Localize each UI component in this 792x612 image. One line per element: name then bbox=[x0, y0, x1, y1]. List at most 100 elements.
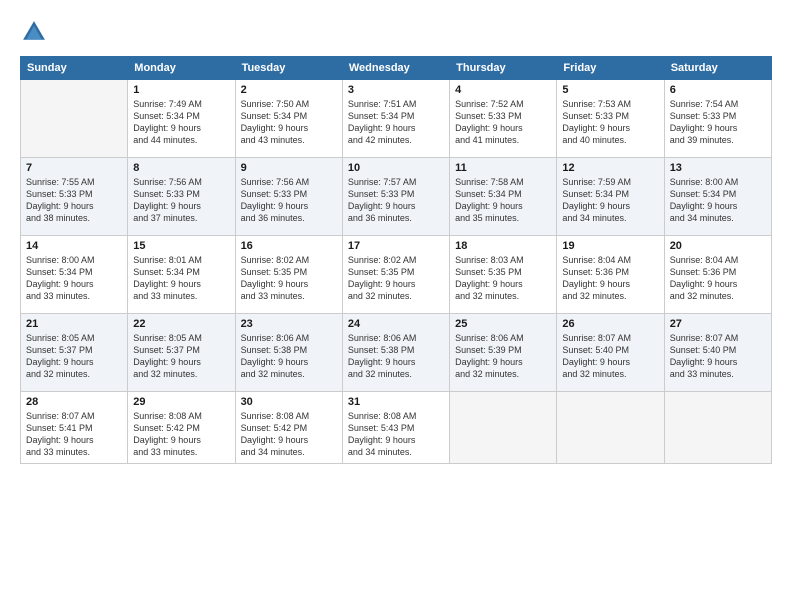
calendar-cell: 18 Sunrise: 8:03 AMSunset: 5:35 PMDayligh… bbox=[450, 236, 557, 314]
calendar-cell: 16Sunrise: 8:02 AMSunset: 5:35 PMDayligh… bbox=[235, 236, 342, 314]
calendar-week-4: 21 Sunrise: 8:05 AMSunset: 5:37 PMDayligh… bbox=[21, 314, 772, 392]
day-number: 3 bbox=[348, 84, 444, 96]
calendar-cell: 31Sunrise: 8:08 AMSunset: 5:43 PMDayligh… bbox=[342, 392, 449, 464]
day-info: Sunrise: 8:03 AMSunset: 5:35 PMDaylight:… bbox=[455, 254, 551, 303]
calendar-cell: 27 Sunrise: 8:07 AMSunset: 5:40 PMDayligh… bbox=[664, 314, 771, 392]
day-info: Sunrise: 8:06 AMSunset: 5:39 PMDaylight:… bbox=[455, 332, 551, 381]
weekday-header-wednesday: Wednesday bbox=[342, 57, 449, 80]
day-number: 24 bbox=[348, 318, 444, 330]
day-number: 21 bbox=[26, 318, 122, 330]
weekday-header-friday: Friday bbox=[557, 57, 664, 80]
day-info: Sunrise: 7:52 AMSunset: 5:33 PMDaylight:… bbox=[455, 98, 551, 147]
calendar-cell: 7 Sunrise: 7:55 AMSunset: 5:33 PMDaylight… bbox=[21, 158, 128, 236]
day-number: 28 bbox=[26, 396, 122, 408]
day-info: Sunrise: 8:00 AMSunset: 5:34 PMDaylight:… bbox=[26, 254, 122, 303]
day-info: Sunrise: 7:57 AMSunset: 5:33 PMDaylight:… bbox=[348, 176, 444, 225]
calendar-cell: 1Sunrise: 7:49 AMSunset: 5:34 PMDaylight… bbox=[128, 80, 235, 158]
day-number: 20 bbox=[670, 240, 766, 252]
calendar-cell: 30 Sunrise: 8:08 AMSunset: 5:42 PMDayligh… bbox=[235, 392, 342, 464]
day-info: Sunrise: 7:55 AMSunset: 5:33 PMDaylight:… bbox=[26, 176, 122, 225]
day-number: 23 bbox=[241, 318, 337, 330]
calendar-cell: 24 Sunrise: 8:06 AMSunset: 5:38 PMDayligh… bbox=[342, 314, 449, 392]
calendar-cell: 26 Sunrise: 8:07 AMSunset: 5:40 PMDayligh… bbox=[557, 314, 664, 392]
calendar-cell: 11 Sunrise: 7:58 AMSunset: 5:34 PMDayligh… bbox=[450, 158, 557, 236]
day-number: 26 bbox=[562, 318, 658, 330]
calendar-cell: 5 Sunrise: 7:53 AMSunset: 5:33 PMDaylight… bbox=[557, 80, 664, 158]
day-info: Sunrise: 8:08 AMSunset: 5:42 PMDaylight:… bbox=[133, 410, 229, 459]
day-info: Sunrise: 7:53 AMSunset: 5:33 PMDaylight:… bbox=[562, 98, 658, 147]
calendar-cell: 13Sunrise: 8:00 AMSunset: 5:34 PMDayligh… bbox=[664, 158, 771, 236]
page: SundayMondayTuesdayWednesdayThursdayFrid… bbox=[0, 0, 792, 612]
calendar-week-2: 7 Sunrise: 7:55 AMSunset: 5:33 PMDaylight… bbox=[21, 158, 772, 236]
day-number: 8 bbox=[133, 162, 229, 174]
day-number: 6 bbox=[670, 84, 766, 96]
calendar-cell bbox=[664, 392, 771, 464]
day-info: Sunrise: 8:07 AMSunset: 5:41 PMDaylight:… bbox=[26, 410, 122, 459]
day-info: Sunrise: 7:56 AMSunset: 5:33 PMDaylight:… bbox=[241, 176, 337, 225]
day-info: Sunrise: 7:51 AMSunset: 5:34 PMDaylight:… bbox=[348, 98, 444, 147]
day-number: 30 bbox=[241, 396, 337, 408]
calendar-cell: 4 Sunrise: 7:52 AMSunset: 5:33 PMDaylight… bbox=[450, 80, 557, 158]
day-info: Sunrise: 7:59 AMSunset: 5:34 PMDaylight:… bbox=[562, 176, 658, 225]
day-info: Sunrise: 7:50 AMSunset: 5:34 PMDaylight:… bbox=[241, 98, 337, 147]
day-info: Sunrise: 8:02 AMSunset: 5:35 PMDaylight:… bbox=[241, 254, 337, 303]
day-info: Sunrise: 8:07 AMSunset: 5:40 PMDaylight:… bbox=[670, 332, 766, 381]
calendar-week-5: 28 Sunrise: 8:07 AMSunset: 5:41 PMDayligh… bbox=[21, 392, 772, 464]
calendar-cell: 20Sunrise: 8:04 AMSunset: 5:36 PMDayligh… bbox=[664, 236, 771, 314]
calendar-cell: 6 Sunrise: 7:54 AMSunset: 5:33 PMDaylight… bbox=[664, 80, 771, 158]
weekday-header-row: SundayMondayTuesdayWednesdayThursdayFrid… bbox=[21, 57, 772, 80]
day-number: 11 bbox=[455, 162, 551, 174]
day-number: 7 bbox=[26, 162, 122, 174]
calendar-cell: 12 Sunrise: 7:59 AMSunset: 5:34 PMDayligh… bbox=[557, 158, 664, 236]
calendar-cell: 15 Sunrise: 8:01 AMSunset: 5:34 PMDayligh… bbox=[128, 236, 235, 314]
calendar-cell bbox=[557, 392, 664, 464]
day-number: 29 bbox=[133, 396, 229, 408]
day-info: Sunrise: 7:49 AMSunset: 5:34 PMDaylight:… bbox=[133, 98, 229, 147]
day-info: Sunrise: 8:07 AMSunset: 5:40 PMDaylight:… bbox=[562, 332, 658, 381]
day-info: Sunrise: 8:02 AMSunset: 5:35 PMDaylight:… bbox=[348, 254, 444, 303]
calendar-cell: 8 Sunrise: 7:56 AMSunset: 5:33 PMDaylight… bbox=[128, 158, 235, 236]
day-info: Sunrise: 8:05 AMSunset: 5:37 PMDaylight:… bbox=[26, 332, 122, 381]
day-number: 2 bbox=[241, 84, 337, 96]
day-number: 12 bbox=[562, 162, 658, 174]
day-info: Sunrise: 8:06 AMSunset: 5:38 PMDaylight:… bbox=[348, 332, 444, 381]
day-number: 25 bbox=[455, 318, 551, 330]
calendar-cell: 22Sunrise: 8:05 AMSunset: 5:37 PMDayligh… bbox=[128, 314, 235, 392]
day-number: 19 bbox=[562, 240, 658, 252]
day-info: Sunrise: 8:00 AMSunset: 5:34 PMDaylight:… bbox=[670, 176, 766, 225]
logo bbox=[20, 18, 52, 46]
day-info: Sunrise: 8:06 AMSunset: 5:38 PMDaylight:… bbox=[241, 332, 337, 381]
day-number: 14 bbox=[26, 240, 122, 252]
calendar-cell bbox=[21, 80, 128, 158]
day-info: Sunrise: 7:56 AMSunset: 5:33 PMDaylight:… bbox=[133, 176, 229, 225]
logo-icon bbox=[20, 18, 48, 46]
calendar-cell: 3 Sunrise: 7:51 AMSunset: 5:34 PMDaylight… bbox=[342, 80, 449, 158]
calendar-week-1: 1Sunrise: 7:49 AMSunset: 5:34 PMDaylight… bbox=[21, 80, 772, 158]
weekday-header-saturday: Saturday bbox=[664, 57, 771, 80]
calendar-cell: 17 Sunrise: 8:02 AMSunset: 5:35 PMDayligh… bbox=[342, 236, 449, 314]
day-info: Sunrise: 8:08 AMSunset: 5:42 PMDaylight:… bbox=[241, 410, 337, 459]
calendar-cell: 19 Sunrise: 8:04 AMSunset: 5:36 PMDayligh… bbox=[557, 236, 664, 314]
calendar-cell: 29 Sunrise: 8:08 AMSunset: 5:42 PMDayligh… bbox=[128, 392, 235, 464]
day-number: 4 bbox=[455, 84, 551, 96]
calendar-table: SundayMondayTuesdayWednesdayThursdayFrid… bbox=[20, 56, 772, 464]
day-number: 18 bbox=[455, 240, 551, 252]
calendar-cell: 10 Sunrise: 7:57 AMSunset: 5:33 PMDayligh… bbox=[342, 158, 449, 236]
weekday-header-thursday: Thursday bbox=[450, 57, 557, 80]
calendar-cell: 21 Sunrise: 8:05 AMSunset: 5:37 PMDayligh… bbox=[21, 314, 128, 392]
header bbox=[20, 18, 772, 46]
calendar-cell: 9 Sunrise: 7:56 AMSunset: 5:33 PMDaylight… bbox=[235, 158, 342, 236]
day-info: Sunrise: 7:54 AMSunset: 5:33 PMDaylight:… bbox=[670, 98, 766, 147]
day-info: Sunrise: 7:58 AMSunset: 5:34 PMDaylight:… bbox=[455, 176, 551, 225]
calendar-cell: 28 Sunrise: 8:07 AMSunset: 5:41 PMDayligh… bbox=[21, 392, 128, 464]
day-number: 9 bbox=[241, 162, 337, 174]
day-number: 15 bbox=[133, 240, 229, 252]
day-number: 10 bbox=[348, 162, 444, 174]
calendar-cell: 23 Sunrise: 8:06 AMSunset: 5:38 PMDayligh… bbox=[235, 314, 342, 392]
day-info: Sunrise: 8:04 AMSunset: 5:36 PMDaylight:… bbox=[562, 254, 658, 303]
day-number: 17 bbox=[348, 240, 444, 252]
day-info: Sunrise: 8:01 AMSunset: 5:34 PMDaylight:… bbox=[133, 254, 229, 303]
day-number: 27 bbox=[670, 318, 766, 330]
day-number: 5 bbox=[562, 84, 658, 96]
weekday-header-monday: Monday bbox=[128, 57, 235, 80]
